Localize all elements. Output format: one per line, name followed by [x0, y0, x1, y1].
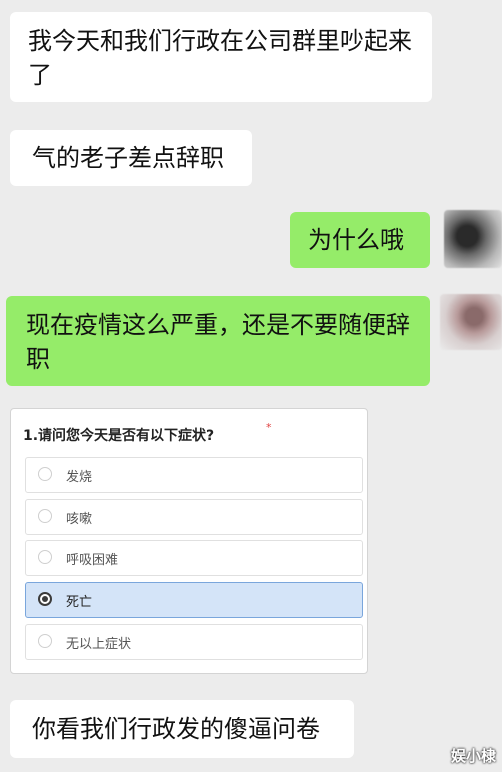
- survey-question: 1.请问您今天是否有以下症状?: [23, 428, 215, 444]
- survey-screenshot-image[interactable]: 1.请问您今天是否有以下症状? * 发烧 咳嗽 呼吸困难 死亡 无以上症状: [10, 408, 368, 674]
- user-avatar[interactable]: [440, 294, 502, 350]
- survey-option-selected: 死亡: [25, 582, 363, 618]
- message-text: 我今天和我们行政在公司群里吵起来了: [28, 27, 412, 89]
- survey-option: 呼吸困难: [25, 540, 363, 576]
- radio-icon: [38, 634, 52, 648]
- radio-icon: [38, 509, 52, 523]
- radio-selected-icon: [38, 592, 52, 606]
- message-bubble-outgoing: 为什么哦: [290, 212, 430, 268]
- message-bubble-incoming: 你看我们行政发的傻逼问卷: [10, 700, 354, 758]
- message-text: 气的老子差点辞职: [32, 144, 224, 172]
- message-bubble-outgoing: 现在疫情这么严重，还是不要随便辞职: [6, 296, 430, 386]
- message-bubble-incoming: 我今天和我们行政在公司群里吵起来了: [10, 12, 432, 102]
- message-text: 为什么哦: [308, 226, 404, 254]
- option-label: 无以上症状: [66, 637, 132, 652]
- option-label: 呼吸困难: [66, 553, 119, 568]
- option-label: 咳嗽: [66, 512, 93, 527]
- survey-option: 咳嗽: [25, 499, 363, 535]
- message-text: 你看我们行政发的傻逼问卷: [32, 715, 320, 743]
- option-label: 死亡: [66, 595, 93, 610]
- radio-icon: [38, 550, 52, 564]
- user-avatar[interactable]: [444, 210, 502, 268]
- option-label: 发烧: [66, 470, 93, 485]
- survey-option: 无以上症状: [25, 624, 363, 660]
- radio-icon: [38, 467, 52, 481]
- required-mark: *: [266, 421, 272, 434]
- message-text: 现在疫情这么严重，还是不要随便辞职: [26, 311, 410, 373]
- message-bubble-incoming: 气的老子差点辞职: [10, 130, 252, 186]
- survey-option: 发烧: [25, 457, 363, 493]
- watermark: 娱小棣: [450, 747, 496, 765]
